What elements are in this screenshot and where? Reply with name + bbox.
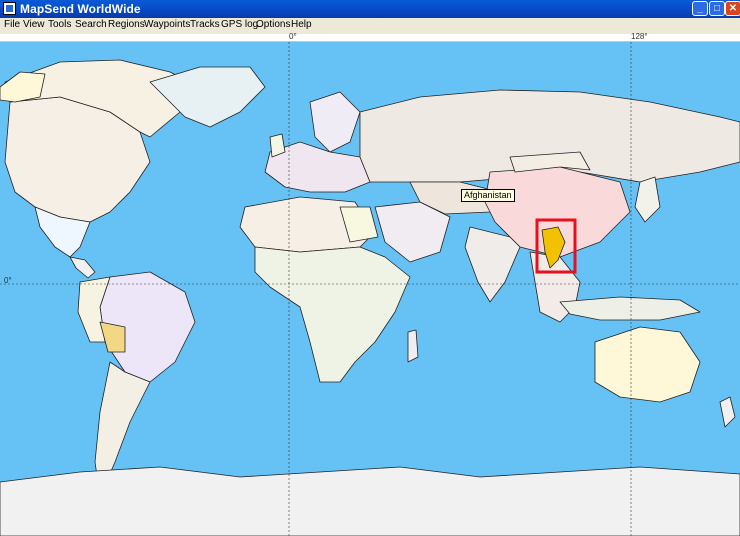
country-india xyxy=(464,226,521,303)
menu-file[interactable]: File xyxy=(4,19,20,30)
country-indonesia xyxy=(559,296,701,321)
menu-search[interactable]: Search xyxy=(75,19,107,30)
equator-label: 0° xyxy=(4,276,12,285)
maximize-button[interactable]: □ xyxy=(709,1,725,16)
minimize-button[interactable]: _ xyxy=(692,1,708,16)
prime-meridian-label: 0° xyxy=(289,32,297,41)
east-meridian-label: 128° xyxy=(631,32,648,41)
menu-help[interactable]: Help xyxy=(291,19,312,30)
country-central-africa xyxy=(254,246,411,383)
country-bolivia xyxy=(99,321,126,353)
map-canvas[interactable] xyxy=(0,42,740,536)
close-button[interactable]: ✕ xyxy=(725,1,740,16)
menu-regions[interactable]: Regions xyxy=(108,19,145,30)
menu-options[interactable]: Options xyxy=(256,19,290,30)
title-bar: MapSend WorldWide _ □ ✕ xyxy=(0,0,740,18)
country-japan xyxy=(634,176,661,223)
country-central-america xyxy=(69,256,96,279)
country-madagascar xyxy=(407,329,419,363)
country-tooltip: Afghanistan xyxy=(461,189,515,202)
menu-bar: File View Tools Search Regions Waypoints… xyxy=(0,18,740,34)
menu-waypoints[interactable]: Waypoints xyxy=(144,19,190,30)
menu-view[interactable]: View xyxy=(23,19,45,30)
country-australia xyxy=(594,326,701,403)
window-title: MapSend WorldWide xyxy=(20,2,141,16)
country-new-zealand xyxy=(719,396,736,428)
menu-tracks[interactable]: Tracks xyxy=(190,19,220,30)
menu-tools[interactable]: Tools xyxy=(48,19,71,30)
app-icon[interactable] xyxy=(3,2,16,15)
world-map[interactable]: 0° xyxy=(0,42,740,536)
country-alaska xyxy=(0,71,46,103)
longitude-ruler: 0° 128° xyxy=(0,32,740,42)
menu-gps-log[interactable]: GPS log xyxy=(221,19,258,30)
country-scandinavia xyxy=(309,91,361,153)
country-antarctica xyxy=(0,466,740,536)
